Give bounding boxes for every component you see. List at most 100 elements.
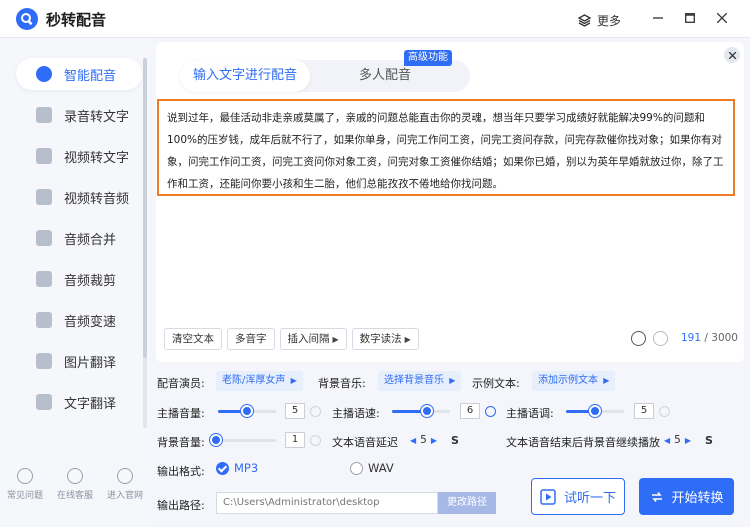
faq-label: 常见问题 — [6, 491, 43, 501]
bg-volume-slider[interactable] — [210, 434, 276, 446]
pitch-label: 主播语调: — [506, 407, 554, 420]
sidebar-item-image-translate[interactable]: 图片翻译 — [16, 345, 142, 377]
caret-right-icon: ▶ — [332, 335, 339, 344]
volume-input[interactable]: 5 — [285, 403, 305, 419]
voice-select[interactable]: 老陈/浑厚女声 ▶ — [216, 371, 303, 391]
polyphone-button[interactable]: 多音字 — [227, 328, 275, 350]
sidebar-item-text-translate[interactable]: 文字翻译 — [16, 386, 142, 418]
faq-button[interactable]: 常见问题 — [0, 468, 50, 501]
text-input-area[interactable]: 说到过年，最佳活动非走亲戚莫属了，亲戚的问题总能直击你的灵魂，想当年只要学习成绩… — [157, 99, 735, 196]
bg-volume-reset-icon[interactable] — [310, 435, 321, 446]
pitch-slider-knob[interactable] — [589, 405, 601, 417]
sidebar-item-recording-to-text[interactable]: 录音转文字 — [16, 99, 142, 131]
caret-right-icon: ▶ — [404, 335, 411, 344]
official-site-button[interactable]: 进入官网 — [100, 468, 150, 501]
sidebar-item-audio-trim[interactable]: 音频裁剪 — [16, 263, 142, 295]
close-panel-button[interactable] — [724, 47, 740, 63]
speed-input[interactable]: 6 — [460, 403, 480, 419]
sidebar-item-video-to-audio[interactable]: 视频转音频 — [16, 181, 142, 213]
bg-volume-input[interactable]: 1 — [285, 432, 305, 448]
number-reading-label: 数字读法 — [359, 333, 402, 345]
sidebar-item-label: 图片翻译 — [64, 355, 117, 371]
volume-reset-icon[interactable] — [310, 406, 321, 417]
bgm-select[interactable]: 选择背景音乐 ▶ — [378, 371, 462, 391]
text-editor-blank-area[interactable] — [157, 196, 735, 321]
continue-stepper[interactable]: ◀ 5 ▶ S — [660, 432, 713, 448]
preview-button[interactable]: 试听一下 — [531, 478, 625, 515]
close-icon — [717, 13, 727, 23]
redo-icon[interactable] — [653, 331, 668, 346]
official-site-label: 进入官网 — [106, 491, 143, 501]
clear-text-button[interactable]: 清空文本 — [164, 328, 222, 350]
sample-value: 添加示例文本 — [538, 375, 598, 386]
sample-select[interactable]: 添加示例文本 ▶ — [532, 371, 616, 391]
premium-badge: 高级功能 — [404, 50, 452, 66]
undo-icon[interactable] — [631, 331, 646, 346]
sidebar-footer: 常见问题 在线客服 进入官网 — [0, 468, 150, 518]
pitch-input[interactable]: 5 — [634, 403, 654, 419]
continue-unit: S — [705, 433, 713, 447]
format-wav-radio[interactable] — [350, 462, 363, 475]
maximize-button[interactable] — [682, 10, 698, 26]
decrease-icon[interactable]: ◀ — [664, 436, 670, 445]
app-logo-icon — [16, 8, 38, 30]
tab-text-dubbing[interactable]: 输入文字进行配音 — [180, 60, 310, 92]
pitch-reset-icon[interactable] — [659, 406, 670, 417]
minimize-icon — [653, 17, 663, 19]
sidebar-item-label: 智能配音 — [64, 68, 117, 84]
question-icon — [17, 468, 33, 484]
delay-unit: S — [451, 433, 459, 447]
start-label: 开始转换 — [671, 491, 724, 506]
sidebar-item-smart-dubbing[interactable]: 智能配音 — [16, 58, 142, 90]
close-window-button[interactable] — [714, 10, 730, 26]
image-icon — [36, 353, 52, 369]
app-title: 秒转配音 — [46, 11, 107, 29]
minimize-button[interactable] — [650, 10, 666, 26]
increase-icon[interactable]: ▶ — [431, 436, 437, 445]
volume-slider[interactable] — [218, 405, 276, 417]
audio-text-icon — [36, 107, 52, 123]
online-support-button[interactable]: 在线客服 — [50, 468, 100, 501]
close-icon — [728, 51, 736, 59]
volume-slider-knob[interactable] — [241, 405, 253, 417]
char-count-sep: / — [701, 332, 712, 344]
pitch-slider[interactable] — [566, 405, 624, 417]
delay-value: 5 — [420, 434, 427, 446]
change-path-button[interactable]: 更改路径 — [438, 492, 496, 514]
decrease-icon[interactable]: ◀ — [410, 436, 416, 445]
format-mp3-label[interactable]: MP3 — [234, 461, 258, 475]
sidebar-item-label: 文字翻译 — [64, 396, 117, 412]
output-path-input[interactable]: C:\Users\Administrator\desktop — [216, 492, 438, 514]
sidebar-item-audio-merge[interactable]: 音频合并 — [16, 222, 142, 254]
format-wav-label[interactable]: WAV — [368, 461, 394, 475]
number-reading-button[interactable]: 数字读法 ▶ — [351, 328, 419, 350]
speed-slider[interactable] — [392, 405, 450, 417]
insert-pause-button[interactable]: 插入间隔 ▶ — [279, 328, 347, 350]
caret-right-icon: ▶ — [290, 376, 297, 385]
sidebar-item-audio-speed[interactable]: 音频变速 — [16, 304, 142, 336]
more-menu-button[interactable]: 更多 — [578, 11, 621, 29]
play-icon — [540, 488, 556, 505]
speed-slider-knob[interactable] — [420, 405, 433, 417]
char-count: 191 / 3000 — [681, 332, 738, 344]
sidebar-scrollbar-thumb[interactable] — [143, 58, 147, 358]
increase-icon[interactable]: ▶ — [685, 436, 691, 445]
mic-icon — [36, 66, 52, 82]
speed-reset-icon[interactable] — [485, 406, 496, 417]
start-conversion-button[interactable]: 开始转换 — [639, 478, 734, 515]
delay-stepper[interactable]: ◀ 5 ▶ S — [406, 432, 459, 448]
sidebar-item-video-to-text[interactable]: 视频转文字 — [16, 140, 142, 172]
sidebar-item-label: 视频转音频 — [64, 191, 130, 207]
delay-label: 文本语音延迟 — [332, 436, 398, 449]
bg-volume-label: 背景音量: — [157, 436, 205, 449]
translate-icon — [36, 394, 52, 410]
bg-volume-slider-knob[interactable] — [210, 434, 222, 446]
sidebar-scrollbar[interactable] — [143, 58, 147, 428]
format-mp3-radio[interactable] — [216, 462, 229, 475]
caret-right-icon: ▶ — [449, 376, 456, 385]
sidebar: 智能配音 录音转文字 视频转文字 视频转音频 音频合并 音频裁剪 音频变速 图片… — [0, 38, 150, 527]
home-icon — [117, 468, 133, 484]
sidebar-item-label: 音频变速 — [64, 314, 117, 330]
caret-right-icon: ▶ — [603, 376, 610, 385]
char-count-max: 3000 — [711, 332, 738, 344]
